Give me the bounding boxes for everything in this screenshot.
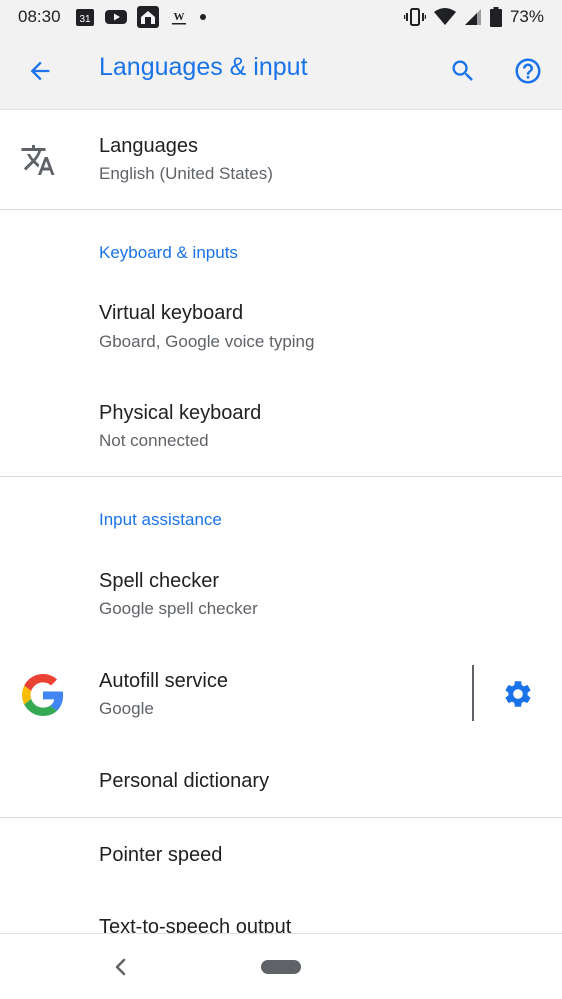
w-app-icon: W (169, 7, 189, 27)
status-time: 08:30 (18, 6, 61, 26)
vertical-separator (472, 665, 474, 721)
divider (0, 476, 562, 477)
personal-dictionary-title: Personal dictionary (99, 770, 270, 792)
google-g-logo-icon (22, 674, 64, 716)
languages-title: Languages (99, 135, 198, 157)
gear-icon (505, 681, 531, 707)
languages-subtitle: English (United States) (99, 164, 273, 183)
battery-percent: 73% (509, 6, 544, 26)
autofill-settings-button[interactable] (500, 676, 536, 712)
autofill-service-title: Autofill service (99, 670, 228, 692)
virtual-keyboard-title: Virtual keyboard (99, 302, 244, 324)
divider (0, 209, 562, 210)
calendar-icon: 31 (75, 7, 95, 27)
status-bar: 08:30 31 W 73% (0, 0, 562, 33)
autofill-service-subtitle: Google (99, 699, 154, 718)
search-icon (452, 60, 473, 81)
virtual-keyboard-item[interactable] (0, 282, 562, 378)
autofill-service-item[interactable] (0, 648, 462, 744)
vibrate-icon (403, 7, 426, 27)
section-header-keyboard: Keyboard & inputs (99, 243, 238, 262)
more-notifications-dot-icon (199, 13, 207, 21)
spell-checker-item[interactable] (0, 550, 562, 646)
spell-checker-subtitle: Google spell checker (99, 599, 258, 618)
w-label: W (173, 11, 184, 23)
settings-screen: 08:30 31 W 73% Languages & input Languag… (0, 0, 562, 999)
section-header-input-assistance: Input assistance (99, 510, 222, 529)
battery-icon (489, 6, 502, 27)
back-arrow-icon (30, 61, 50, 81)
translate-icon (21, 145, 55, 175)
nav-back-chevron-icon (115, 958, 126, 976)
wifi-icon (433, 7, 456, 26)
pointer-speed-item[interactable] (0, 818, 562, 890)
spell-checker-title: Spell checker (99, 570, 220, 592)
help-icon (515, 58, 541, 84)
personal-dictionary-item[interactable] (0, 746, 562, 816)
cell-signal-icon (464, 8, 482, 26)
physical-keyboard-title: Physical keyboard (99, 402, 262, 424)
help-button[interactable] (508, 51, 548, 91)
app-bar: Languages & input (0, 33, 562, 110)
youtube-icon (104, 9, 127, 25)
languages-item[interactable] (0, 111, 562, 209)
navigation-bar (0, 933, 562, 999)
nav-back-button[interactable] (108, 954, 134, 980)
virtual-keyboard-subtitle: Gboard, Google voice typing (99, 332, 315, 351)
calendar-day: 31 (79, 14, 91, 25)
physical-keyboard-subtitle: Not connected (99, 431, 209, 450)
pointer-speed-title: Pointer speed (99, 844, 223, 866)
page-title: Languages & input (99, 53, 308, 81)
nav-home-pill[interactable] (261, 960, 301, 974)
home-app-icon (136, 5, 159, 28)
search-button[interactable] (443, 51, 483, 91)
physical-keyboard-item[interactable] (0, 380, 562, 476)
back-button[interactable] (20, 51, 60, 91)
